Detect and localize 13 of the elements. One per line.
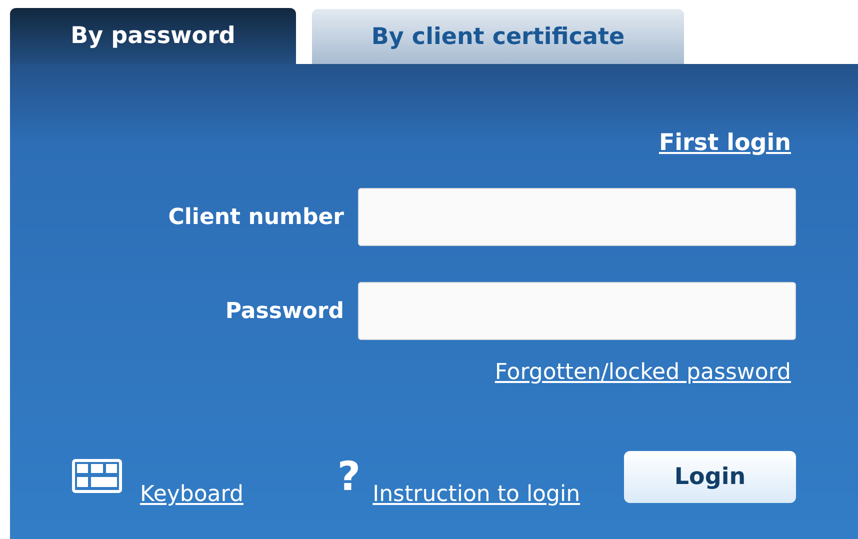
tab[interactable]: By password bbox=[10, 8, 296, 64]
input-field[interactable] bbox=[358, 188, 796, 246]
field-label: Password bbox=[225, 298, 344, 324]
input-field[interactable] bbox=[358, 282, 796, 340]
keyboard-link[interactable]: Keyboard bbox=[140, 482, 244, 507]
forgotten-password-link[interactable]: Forgotten/locked password bbox=[494, 360, 791, 385]
instruction-link[interactable]: Instruction to login bbox=[372, 482, 580, 507]
field-label: Client number bbox=[168, 204, 344, 230]
first-login-link[interactable]: First login bbox=[658, 130, 791, 166]
help-icon: ? bbox=[337, 457, 361, 497]
keyboard-icon[interactable] bbox=[72, 459, 122, 493]
tab[interactable]: By client certificate bbox=[312, 9, 684, 64]
login-button[interactable]: Login bbox=[624, 451, 796, 503]
